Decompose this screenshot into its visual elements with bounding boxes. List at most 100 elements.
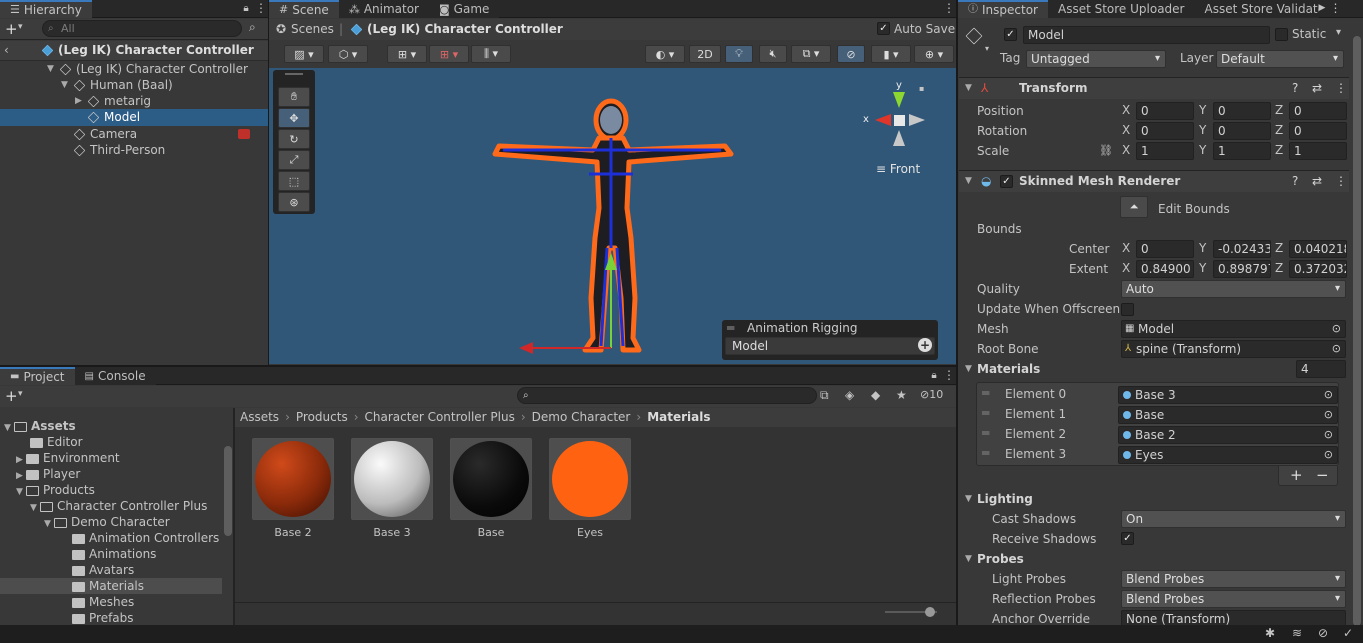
- expand-arrow-icon[interactable]: ▼: [47, 61, 57, 77]
- drag-handle-icon[interactable]: ═: [982, 426, 989, 440]
- tree-item-avatars[interactable]: Avatars: [72, 562, 134, 578]
- light-probes-select[interactable]: Blend Probes: [1121, 570, 1346, 588]
- object-picker-icon[interactable]: ⊙: [1324, 387, 1333, 403]
- inspector-transform-rotation-y-field[interactable]: 0: [1213, 122, 1271, 140]
- y-axis-label[interactable]: Y: [1199, 143, 1206, 157]
- inspector-smr-extent-x-field[interactable]: 0.84900: [1136, 260, 1194, 278]
- inspector-transform-position-y-field[interactable]: 0: [1213, 102, 1271, 120]
- zoom-slider-thumb[interactable]: [925, 607, 935, 617]
- add-dropdown-icon[interactable]: ▾: [18, 22, 23, 32]
- object-picker-icon[interactable]: ⊙: [1332, 341, 1341, 357]
- smr-header[interactable]: ▼ ◒ ✓ Skinned Mesh Renderer ? ⇄ ⋮: [959, 170, 1349, 192]
- tree-item-editor[interactable]: Editor: [30, 434, 83, 450]
- remove-element-button[interactable]: −: [1316, 466, 1329, 484]
- object-name-field[interactable]: Model: [1023, 26, 1270, 44]
- tree-item-environment[interactable]: ▶ Environment: [16, 450, 120, 466]
- autosave-checkbox[interactable]: ✓: [877, 22, 890, 35]
- tree-item-animations[interactable]: Animations: [72, 546, 156, 562]
- scene-viewport[interactable]: ✋︎ ✥ ↻ ⤢ ⬚ ⊛ y x ▪ ≡ Front ═ Animation R…: [269, 68, 956, 364]
- inspector-smr-center-x-field[interactable]: 0: [1136, 240, 1194, 258]
- update-offscreen-checkbox[interactable]: [1121, 303, 1134, 316]
- expand-arrow-icon[interactable]: ▼: [965, 364, 975, 374]
- y-axis-cone-icon[interactable]: [893, 92, 905, 108]
- tree-item-prefabs[interactable]: Prefabs: [72, 610, 134, 626]
- hierarchy-item-model[interactable]: Model: [0, 109, 268, 126]
- expand-arrow-icon[interactable]: ▼: [44, 516, 54, 532]
- x-axis-label[interactable]: X: [1122, 261, 1130, 275]
- edit-bounds-button[interactable]: ⏶: [1120, 196, 1148, 218]
- drag-handle-icon[interactable]: ═: [727, 321, 734, 335]
- more-menu-icon[interactable]: ⋮: [942, 367, 956, 384]
- crumb-assets[interactable]: Assets: [240, 410, 279, 424]
- static-checkbox[interactable]: [1275, 28, 1288, 41]
- expand-arrow-icon[interactable]: ▼: [965, 494, 975, 504]
- transform-tool-icon[interactable]: ⊛: [278, 192, 310, 212]
- constrain-proportions-icon[interactable]: ⛓︎: [1099, 144, 1113, 157]
- grid-snap-button[interactable]: ⊞ ▾: [387, 45, 427, 63]
- rigging-model-select[interactable]: Model: [725, 337, 935, 355]
- layer-select[interactable]: Default: [1216, 50, 1344, 68]
- reflection-probes-select[interactable]: Blend Probes: [1121, 590, 1346, 608]
- crumb-ccp[interactable]: Character Controller Plus: [365, 410, 515, 424]
- object-picker-icon[interactable]: ⊙: [1324, 427, 1333, 443]
- character-model[interactable]: [489, 98, 739, 358]
- expand-arrow-icon[interactable]: ▼: [16, 484, 26, 500]
- inspector-transform-position-z-field[interactable]: 0: [1289, 102, 1347, 120]
- tab-inspector[interactable]: ⓘ Inspector: [958, 0, 1048, 18]
- expand-arrow-icon[interactable]: ▼: [965, 554, 975, 564]
- hierarchy-item-metarig[interactable]: ▶ metarig: [0, 93, 268, 109]
- zoom-slider[interactable]: [885, 607, 937, 617]
- breadcrumb-prefab[interactable]: (Leg IK) Character Controller: [367, 19, 563, 39]
- gizmo-center-cube[interactable]: [894, 115, 905, 126]
- view-label[interactable]: ≡ Front: [876, 162, 920, 176]
- tab-console[interactable]: ▤ Console: [74, 367, 156, 385]
- tab-overflow-icon[interactable]: ▶: [1319, 0, 1329, 17]
- object-picker-icon[interactable]: ⊙: [1324, 407, 1333, 423]
- inspector-transform-rotation-x-field[interactable]: 0: [1136, 122, 1194, 140]
- smr-enabled-checkbox[interactable]: ✓: [1000, 175, 1013, 188]
- expand-arrow-icon[interactable]: ▼: [30, 500, 40, 516]
- filter-type-icon[interactable]: ◈: [845, 388, 854, 402]
- quality-select[interactable]: Auto: [1121, 280, 1346, 298]
- icon-dropdown-icon[interactable]: ▾: [985, 44, 989, 53]
- object-picker-icon[interactable]: ⊙: [1332, 321, 1341, 337]
- grid-visibility-button[interactable]: ⫼ ▾: [471, 45, 511, 63]
- inspector-smr-center-y-field[interactable]: -0.02433: [1213, 240, 1271, 258]
- tree-item-products[interactable]: ▼ Products: [16, 482, 95, 498]
- lock-icon[interactable]: 🔒︎: [238, 0, 254, 17]
- add-circle-icon[interactable]: +: [918, 338, 932, 352]
- crumb-materials[interactable]: Materials: [647, 410, 710, 424]
- hand-tool-icon[interactable]: ✋︎: [278, 87, 310, 107]
- y-axis-label[interactable]: Y: [1199, 103, 1206, 117]
- x-axis-label[interactable]: X: [1122, 103, 1130, 117]
- z-axis-label[interactable]: Z: [1275, 261, 1283, 275]
- asset-material-base3[interactable]: [351, 438, 433, 520]
- z-axis-label[interactable]: Z: [1275, 103, 1283, 117]
- audio-toggle-icon[interactable]: 🔇︎: [759, 45, 787, 63]
- tab-asset-store-validator[interactable]: Asset Store Validatc: [1194, 0, 1319, 18]
- active-checkbox[interactable]: ✓: [1004, 28, 1017, 41]
- inspector-scrollbar[interactable]: [1353, 36, 1361, 626]
- receive-shadows-checkbox[interactable]: ✓: [1121, 532, 1134, 545]
- crumb-demo-character[interactable]: Demo Character: [532, 410, 631, 424]
- tree-item-assets[interactable]: ▼ Assets: [0, 418, 76, 434]
- x-axis-label[interactable]: X: [1122, 143, 1130, 157]
- favorite-star-icon[interactable]: ★: [896, 388, 907, 402]
- drag-handle-icon[interactable]: ═: [982, 446, 989, 460]
- scale-tool-icon[interactable]: ⤢: [278, 150, 310, 170]
- hierarchy-search-input[interactable]: ⌕ All: [42, 20, 242, 37]
- no-network-icon[interactable]: ⊘: [1318, 626, 1328, 640]
- inspector-smr-extent-y-field[interactable]: 0.898797: [1213, 260, 1271, 278]
- add-icon[interactable]: +: [5, 20, 18, 38]
- scene-header[interactable]: ‹ (Leg IK) Character Controller: [0, 41, 268, 61]
- material-slot-field[interactable]: Base ⊙: [1118, 406, 1338, 424]
- static-dropdown-icon[interactable]: ▾: [1336, 27, 1341, 38]
- y-axis-label[interactable]: Y: [1199, 123, 1206, 137]
- help-icon[interactable]: ?: [1292, 78, 1298, 98]
- tree-item-anim-controllers[interactable]: Animation Controllers: [72, 530, 219, 546]
- bug-icon[interactable]: ✱: [1265, 626, 1275, 640]
- root-bone-field[interactable]: ⅄ spine (Transform) ⊙: [1121, 340, 1346, 358]
- hidden-packages-icon[interactable]: ⊘10: [920, 388, 943, 401]
- material-slot-field[interactable]: Base 3 ⊙: [1118, 386, 1338, 404]
- component-menu-icon[interactable]: ⋮: [1335, 171, 1347, 191]
